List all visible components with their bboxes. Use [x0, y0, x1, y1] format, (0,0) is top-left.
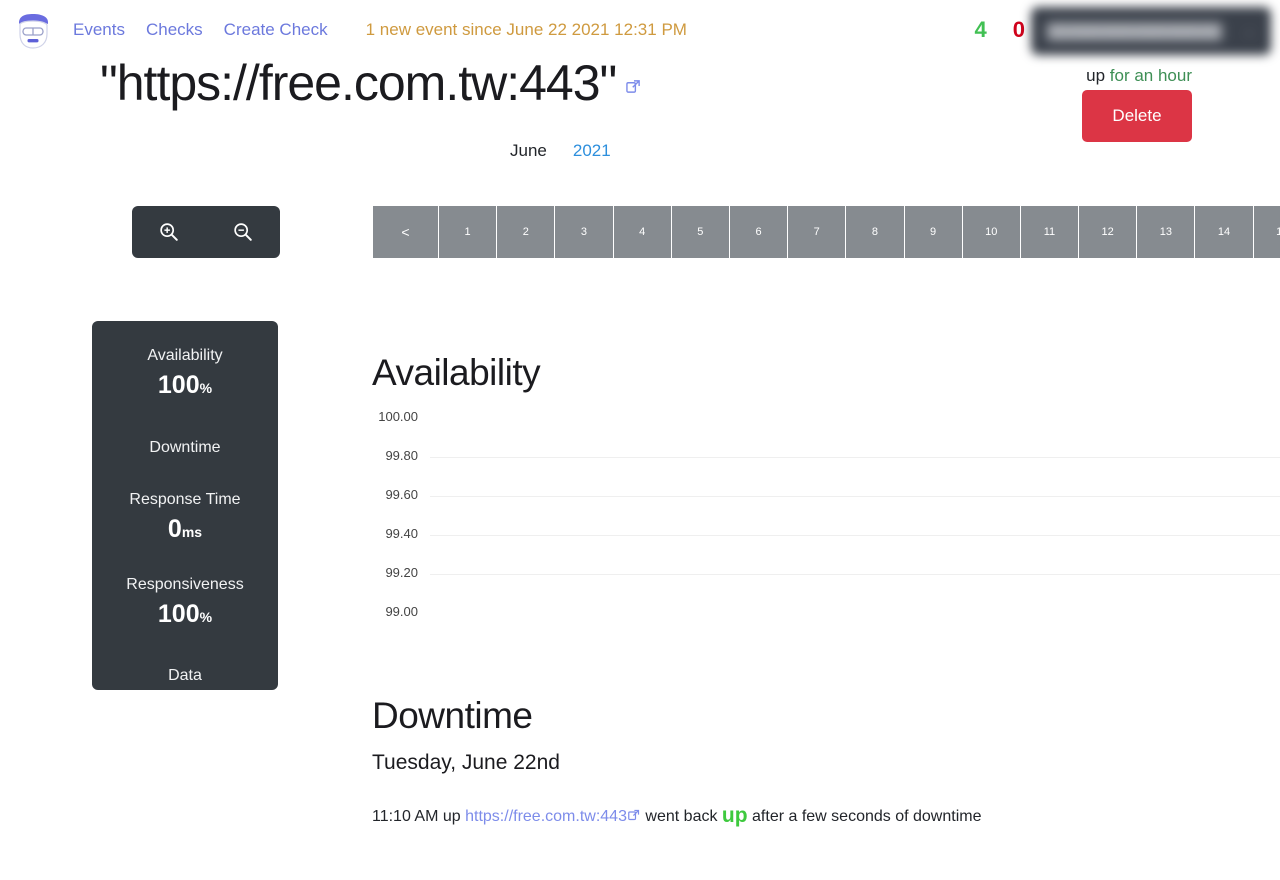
- y-axis-tick: 99.20: [385, 565, 418, 580]
- stat-unit: %: [199, 608, 213, 625]
- day-strip-prev[interactable]: <: [373, 206, 439, 258]
- downtime-section: Downtime Tuesday, June 22nd 11:10 AM up …: [372, 695, 1280, 830]
- up-count[interactable]: 4: [975, 17, 987, 43]
- stat-label: Responsiveness: [126, 576, 244, 594]
- stat-number: 0: [167, 514, 182, 543]
- current-status: up for an hour: [1086, 66, 1192, 86]
- stat-number: 100: [157, 599, 200, 628]
- day-cell[interactable]: 14: [1195, 206, 1254, 258]
- event-middle-text: went back: [645, 808, 718, 825]
- top-navigation-bar: Events Checks Create Check 1 new event s…: [0, 0, 1280, 62]
- stat-downtime: Downtime: [102, 435, 268, 461]
- downtime-heading: Downtime: [372, 695, 533, 736]
- stat-availability: Availability 100%: [102, 343, 268, 402]
- month-label[interactable]: June: [510, 141, 547, 161]
- day-cell[interactable]: 4: [613, 206, 672, 258]
- day-cell[interactable]: 9: [904, 206, 963, 258]
- page-title: "https://free.com.tw:443": [100, 55, 617, 111]
- stat-number: 100: [157, 370, 200, 399]
- day-cell[interactable]: 5: [671, 206, 730, 258]
- y-axis-tick: 99.80: [385, 448, 418, 463]
- stat-label: Downtime: [149, 439, 221, 457]
- page-title-row: "https://free.com.tw:443": [100, 58, 641, 108]
- day-cell[interactable]: 13: [1137, 206, 1196, 258]
- app-page: Events Checks Create Check 1 new event s…: [0, 0, 1280, 880]
- y-axis-tick: 99.40: [385, 526, 418, 541]
- primary-nav: Events Checks Create Check 1 new event s…: [73, 20, 687, 40]
- stats-panel: Availability 100% Downtime Response Time…: [92, 321, 278, 690]
- down-count[interactable]: 0: [1013, 17, 1025, 43]
- y-axis-tick: 100.00: [378, 409, 418, 424]
- chevron-down-icon: ⌄: [1244, 24, 1255, 38]
- day-cell[interactable]: 15: [1253, 206, 1280, 258]
- status-duration: for an hour: [1109, 66, 1192, 85]
- stat-response-time: Response Time 0ms: [102, 487, 268, 546]
- stat-label: Response Time: [129, 490, 241, 508]
- event-tail-text: after a few seconds of downtime: [752, 808, 982, 825]
- event-state: up: [721, 804, 748, 827]
- event-url-link[interactable]: https://free.com.tw:443: [465, 808, 627, 825]
- account-menu[interactable]: ████████████████ ⌄: [1031, 7, 1271, 55]
- day-cell[interactable]: 7: [788, 206, 847, 258]
- nav-checks[interactable]: Checks: [146, 20, 203, 40]
- gridline: [430, 574, 1280, 575]
- availability-chart-section: Availability 100.00 99.80 99.60 99.40 99…: [372, 352, 1280, 633]
- zoom-controls: [132, 206, 280, 258]
- stat-unit: ms: [181, 523, 203, 540]
- y-axis-tick: 99.60: [385, 487, 418, 502]
- external-link-icon[interactable]: [626, 79, 641, 99]
- event-time: 11:10 AM up: [372, 808, 461, 825]
- period-selector: June 2021: [510, 141, 611, 161]
- status-counters: 4 0: [975, 17, 1026, 43]
- check-monitor-logo[interactable]: [12, 10, 54, 52]
- availability-chart: 100.00 99.80 99.60 99.40 99.20 99.00: [372, 408, 1280, 633]
- y-axis-tick: 99.00: [385, 604, 418, 619]
- stat-label: Availability: [147, 347, 223, 364]
- day-cell[interactable]: 12: [1079, 206, 1138, 258]
- account-email: ████████████████: [1047, 23, 1223, 39]
- downtime-event-row: 11:10 AM up https://free.com.tw:443 went…: [372, 801, 1280, 830]
- gridline: [430, 535, 1280, 536]
- delete-button[interactable]: Delete: [1082, 90, 1192, 142]
- day-cell[interactable]: 8: [846, 206, 905, 258]
- stat-label: Data: [168, 666, 202, 684]
- stat-unit: %: [199, 379, 213, 396]
- stat-data[interactable]: Data: [102, 663, 268, 689]
- external-link-icon[interactable]: [628, 806, 640, 828]
- zoom-out-icon[interactable]: [225, 214, 261, 250]
- day-cell[interactable]: 3: [555, 206, 614, 258]
- stat-value: 100%: [102, 369, 268, 403]
- nav-create-check[interactable]: Create Check: [224, 20, 328, 40]
- availability-heading: Availability: [372, 352, 541, 393]
- downtime-date: Tuesday, June 22nd: [372, 751, 560, 774]
- year-label[interactable]: 2021: [573, 141, 611, 161]
- gridline: [430, 457, 1280, 458]
- gridline: [430, 496, 1280, 497]
- nav-events[interactable]: Events: [73, 20, 125, 40]
- zoom-in-icon[interactable]: [151, 214, 187, 250]
- day-cell[interactable]: 11: [1020, 206, 1080, 258]
- stat-responsiveness: Responsiveness 100%: [102, 572, 268, 631]
- stat-value: 0ms: [102, 513, 268, 547]
- day-cell[interactable]: 1: [439, 206, 498, 258]
- day-cell[interactable]: 6: [729, 206, 789, 258]
- day-cell[interactable]: 2: [497, 206, 556, 258]
- new-event-notice[interactable]: 1 new event since June 22 2021 12:31 PM: [366, 20, 687, 40]
- status-state: up: [1086, 66, 1106, 85]
- day-cell[interactable]: 10: [962, 206, 1021, 258]
- stat-value: 100%: [102, 598, 268, 632]
- day-strip: < 1 2 3 4 5 6 7 8 9 10 11 12 13 14 15: [373, 206, 1280, 258]
